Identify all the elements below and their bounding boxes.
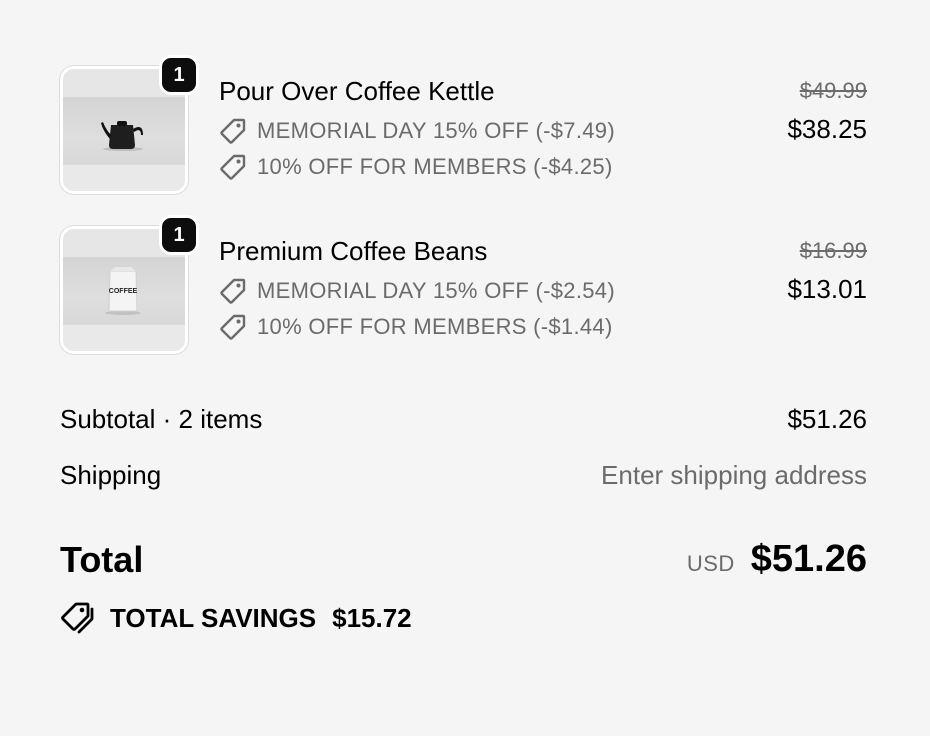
- tag-icon: [219, 313, 247, 341]
- subtotal-label: Subtotal · 2 items: [60, 404, 263, 434]
- total-savings: TOTAL SAVINGS $15.72: [60, 600, 412, 636]
- quantity-badge: 1: [159, 55, 199, 95]
- currency-code: USD: [686, 551, 735, 576]
- discount-text: 10% OFF FOR MEMBERS (-$4.25): [257, 154, 613, 179]
- discount-line: MEMORIAL DAY 15% OFF (-$7.49): [219, 116, 615, 146]
- original-price: $49.99: [799, 78, 867, 103]
- product-name: Pour Over Coffee Kettle: [219, 76, 495, 106]
- bag-label: COFFEE: [109, 288, 138, 295]
- total-amount: $51.26: [750, 538, 867, 580]
- original-price: $16.99: [799, 238, 867, 263]
- discount-text: MEMORIAL DAY 15% OFF (-$7.49): [257, 118, 615, 143]
- tag-icon: [219, 153, 247, 181]
- tags-icon: [60, 600, 96, 636]
- total-row: Total USD $51.26: [60, 536, 867, 584]
- discount-line: 10% OFF FOR MEMBERS (-$1.44): [219, 312, 613, 342]
- product-name: Premium Coffee Beans: [219, 236, 488, 266]
- subtotal-row: Subtotal · 2 items $51.26: [60, 402, 867, 436]
- shipping-value: Enter shipping address: [601, 460, 867, 490]
- quantity-badge: 1: [159, 215, 199, 255]
- line-item: 1 Pour Over Coffee Kettle MEMORIAL DAY 1…: [60, 55, 867, 196]
- discount-line: 10% OFF FOR MEMBERS (-$4.25): [219, 152, 613, 182]
- subtotal-value: $51.26: [787, 404, 867, 434]
- shipping-row: Shipping Enter shipping address: [60, 458, 867, 492]
- final-price: $13.01: [787, 274, 867, 304]
- shipping-label: Shipping: [60, 460, 162, 490]
- savings-label: TOTAL SAVINGS: [110, 602, 317, 633]
- tag-icon: [219, 117, 247, 145]
- discount-text: MEMORIAL DAY 15% OFF (-$2.54): [257, 278, 615, 303]
- savings-amount: $15.72: [332, 602, 412, 633]
- order-summary: 1 Pour Over Coffee Kettle MEMORIAL DAY 1…: [60, 0, 867, 736]
- discount-text: 10% OFF FOR MEMBERS (-$1.44): [257, 314, 613, 339]
- line-item: COFFEE 1 Premium Coffee Beans MEMORIAL D…: [60, 215, 867, 356]
- tag-icon: [219, 277, 247, 305]
- total-amount-group: USD $51.26: [687, 536, 867, 582]
- final-price: $38.25: [787, 114, 867, 144]
- discount-line: MEMORIAL DAY 15% OFF (-$2.54): [219, 276, 615, 306]
- total-label: Total: [60, 539, 144, 580]
